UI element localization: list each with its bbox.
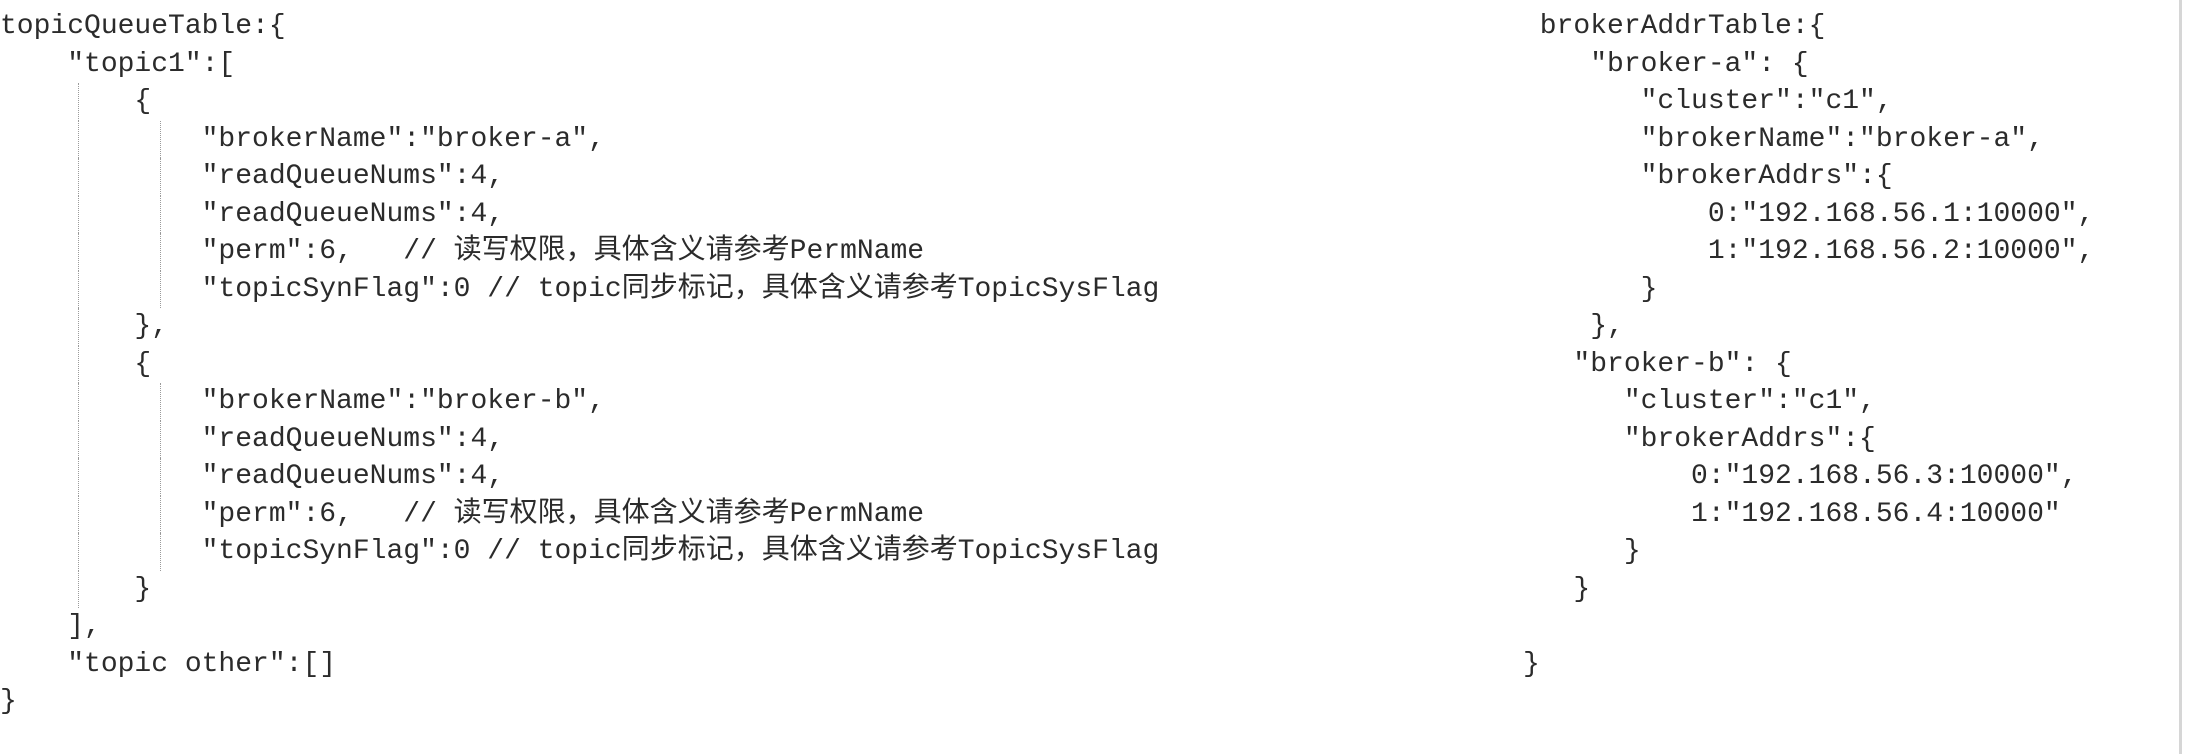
code-line: "topicSynFlag":0 // topic同步标记，具体含义请参考Top… [0,270,1159,308]
indent-guide [78,383,79,421]
indent-guide [78,83,79,121]
code-line: 0:"192.168.56.1:10000", [1523,198,2095,230]
code-line: } [0,570,1159,608]
code-line: "cluster":"c1", [1523,86,1893,117]
code-line: } [1523,536,1641,567]
code-line: "perm":6, // 读写权限，具体含义请参考PermName [0,495,1159,533]
code-line: 1:"192.168.56.4:10000" [1523,498,2061,530]
code-line: "topic1":[ [0,48,236,80]
code-line: "brokerName":"broker-a", [1523,123,2044,155]
code-line: "topicSynFlag":0 // topic同步标记，具体含义请参考Top… [0,533,1159,571]
indent-guide [78,195,79,233]
code-line: }, [0,308,1159,346]
code-line: { [0,83,1159,121]
indent-guide [160,458,161,496]
indent-guide [78,458,79,496]
code-line: "readQueueNums":4, [0,420,1159,458]
indent-guide [78,120,79,158]
indent-guide [160,233,161,271]
indent-guide [160,120,161,158]
code-line: } [1523,573,1591,605]
indent-guide [160,533,161,571]
code-line: 1:"192.168.56.2:10000", [1523,236,2095,267]
code-line: "perm":6, // 读写权限，具体含义请参考PermName [0,233,1159,271]
indent-guide [160,420,161,458]
indent-guide [78,420,79,458]
code-line: brokerAddrTable:{ [1523,11,1826,42]
code-line: topicQueueTable:{ [0,11,286,42]
indent-guide [78,570,79,608]
indent-guide [78,158,79,196]
code-line: ], [0,611,101,642]
code-line: } [1523,648,1540,680]
indent-guide [78,233,79,271]
code-line: "broker-b": { [1523,348,1792,380]
indent-guide [78,495,79,533]
code-line: } [0,686,17,717]
code-line: "brokerAddrs":{ [1523,161,1893,192]
indent-guide [78,345,79,383]
screenshot: { "left_code": { "lines": [ "topicQueueT… [0,0,2190,754]
indent-guide [160,383,161,421]
code-line: }, [1523,311,1624,342]
code-line: "brokerAddrs":{ [1523,423,1876,455]
indent-guide [160,495,161,533]
indent-guide [160,270,161,308]
code-line: "topic other":[] [0,648,337,680]
code-line: "brokerName":"broker-b", [0,383,1159,421]
code-line: "readQueueNums":4, [0,195,1159,233]
indent-guide [78,533,79,571]
broker-addr-table-code: brokerAddrTable:{ "broker-a": { "cluster… [1523,8,2094,683]
right-edge-border [2179,0,2182,754]
code-line: "broker-a": { [1523,48,1809,80]
indent-guide [78,308,79,346]
topic-queue-table-code: topicQueueTable:{ "topic1":[ { "brokerNa… [0,8,1159,721]
code-line: "readQueueNums":4, [0,458,1159,496]
code-line: "readQueueNums":4, [0,158,1159,196]
code-line: "brokerName":"broker-a", [0,120,1159,158]
indent-guide [160,195,161,233]
indent-guide [160,158,161,196]
code-line: "cluster":"c1", [1523,386,1876,417]
code-line: 0:"192.168.56.3:10000", [1523,461,2078,492]
code-line: { [0,345,1159,383]
indent-guide [78,270,79,308]
code-line: } [1523,273,1658,305]
